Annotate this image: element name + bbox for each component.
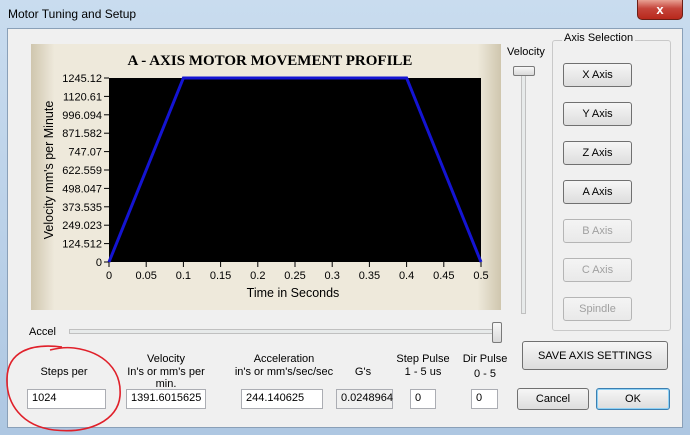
annotation-circle xyxy=(6,345,121,432)
velocity-label: Velocity xyxy=(147,353,185,365)
x-tick-label: 0.35 xyxy=(359,270,380,282)
save-axis-settings-button[interactable]: SAVE AXIS SETTINGS xyxy=(522,341,668,370)
chart-title: A - AXIS MOTOR MOVEMENT PROFILE xyxy=(128,53,413,69)
y-tick-label: 0 xyxy=(96,257,102,269)
y-axis-label: Velocity mm's per Minute xyxy=(42,101,56,240)
x-tick-label: 0.15 xyxy=(210,270,231,282)
x-axis-label: Time in Seconds xyxy=(247,286,340,300)
y-tick-label: 373.535 xyxy=(62,202,102,214)
gs-label: G's xyxy=(354,366,372,378)
y-tick-label: 1245.12 xyxy=(62,73,102,85)
spindle-button[interactable]: Spindle xyxy=(563,297,632,321)
z-axis-button[interactable]: Z Axis xyxy=(563,141,632,165)
accel-slider-track[interactable] xyxy=(69,329,496,334)
a-axis-button[interactable]: A Axis xyxy=(563,180,632,204)
close-icon: x xyxy=(656,2,664,17)
gs-value: 0.0248964 xyxy=(336,389,393,409)
x-tick-label: 0.4 xyxy=(399,270,414,282)
step-pulse-label: Step Pulse xyxy=(396,353,450,365)
motor-profile-chart: A - AXIS MOTOR MOVEMENT PROFILE 1245.12 1… xyxy=(31,44,501,310)
velocity-units-label: In's or mm's per min. xyxy=(127,366,205,390)
velocity-slider-track[interactable] xyxy=(521,70,526,314)
cancel-button[interactable]: Cancel xyxy=(517,388,589,410)
c-axis-button[interactable]: C Axis xyxy=(563,258,632,282)
dir-pulse-label: Dir Pulse xyxy=(462,353,508,365)
velocity-slider-label: Velocity xyxy=(507,46,545,58)
x-tick-label: 0.05 xyxy=(135,270,156,282)
x-axis-button[interactable]: X Axis xyxy=(563,63,632,87)
x-tick-label: 0.5 xyxy=(473,270,488,282)
acceleration-input[interactable]: 244.140625 xyxy=(241,389,323,409)
x-tick-label: 0.1 xyxy=(176,270,191,282)
dir-pulse-input[interactable]: 0 xyxy=(471,389,498,409)
x-tick-label: 0.2 xyxy=(250,270,265,282)
accel-slider-label: Accel xyxy=(29,326,56,338)
accel-slider-thumb[interactable] xyxy=(492,322,502,343)
y-tick-label: 747.07 xyxy=(68,147,102,159)
y-tick-label: 1120.61 xyxy=(63,91,102,103)
step-pulse-input[interactable]: 0 xyxy=(410,389,436,409)
acceleration-units-label: in's or mm's/sec/sec xyxy=(234,366,334,378)
acceleration-label: Acceleration xyxy=(253,353,315,365)
y-tick-label: 871.582 xyxy=(62,128,102,140)
ok-button[interactable]: OK xyxy=(596,388,670,410)
velocity-slider-thumb[interactable] xyxy=(513,66,535,76)
x-tick-label: 0.3 xyxy=(325,270,340,282)
y-tick-label: 249.023 xyxy=(62,220,102,232)
window-title: Motor Tuning and Setup xyxy=(8,7,137,21)
b-axis-button[interactable]: B Axis xyxy=(563,219,632,243)
x-tick-label: 0.45 xyxy=(433,270,454,282)
y-tick-label: 498.047 xyxy=(62,183,102,195)
x-tick-label: 0.25 xyxy=(284,270,305,282)
close-button[interactable]: x xyxy=(637,0,683,20)
plot-area xyxy=(109,78,481,262)
dir-pulse-range-label: 0 - 5 xyxy=(473,368,496,380)
y-tick-label: 622.559 xyxy=(62,165,102,177)
axis-selection-title: Axis Selection xyxy=(562,32,636,44)
y-axis-button[interactable]: Y Axis xyxy=(563,102,632,126)
step-pulse-range-label: 1 - 5 us xyxy=(404,366,442,378)
velocity-input[interactable]: 1391.6015625 xyxy=(126,389,206,409)
y-tick-label: 124.512 xyxy=(62,239,102,251)
y-tick-label: 996.094 xyxy=(62,110,102,122)
x-tick-label: 0 xyxy=(106,270,112,282)
